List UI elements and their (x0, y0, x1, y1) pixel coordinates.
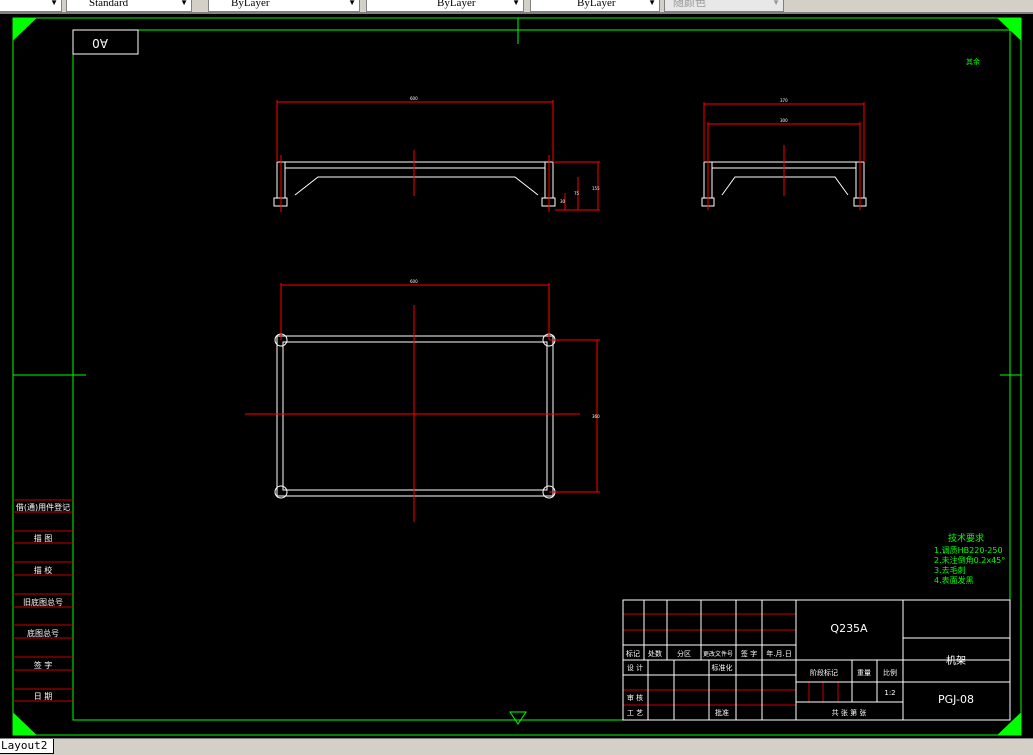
svg-text:处数: 处数 (648, 649, 662, 658)
svg-text:标准化: 标准化 (712, 663, 733, 672)
side-view: 370 300 (701, 98, 867, 210)
svg-text:PGJ-08: PGJ-08 (938, 693, 974, 706)
svg-text:描 图: 描 图 (34, 533, 53, 543)
svg-text:技术要求: 技术要求 (948, 532, 984, 544)
svg-text:批准: 批准 (715, 708, 729, 717)
svg-text:描 校: 描 校 (34, 565, 53, 575)
svg-text:更改文件号: 更改文件号 (703, 650, 733, 658)
svg-text:设 计: 设 计 (627, 663, 643, 672)
svg-text:日 期: 日 期 (34, 692, 53, 701)
sheet-frame (12, 17, 1022, 736)
chevron-down-icon: ▼ (348, 0, 356, 7)
title-block: 标记 处数 分区 更改文件号 签 字 年.月.日 设 计 审 核 工 艺 标准化… (622, 599, 1011, 721)
plotstyle-dropdown[interactable]: Standard ▼ (66, 0, 192, 12)
svg-text:1:2: 1:2 (884, 689, 895, 697)
lineweight-dropdown[interactable]: ByLayer ▼ (530, 0, 660, 12)
svg-text:360: 360 (592, 414, 600, 419)
svg-text:30: 30 (560, 199, 566, 204)
svg-text:阶段标记: 阶段标记 (810, 668, 838, 677)
drawing-canvas[interactable]: A0 其余 600 155 75 30 370 300 600 360 技术要求… (0, 14, 1033, 738)
left-record-table: 借(通)用件登记 描 图 描 校 旧底图总号 底图总号 签 字 日 期 (13, 499, 73, 702)
linetype-dropdown[interactable]: ByLayer ▼ (366, 0, 524, 12)
svg-text:比例: 比例 (883, 668, 897, 677)
svg-text:300: 300 (780, 118, 788, 123)
color-dropdown[interactable]: ByLayer ▼ (208, 0, 360, 12)
svg-text:审 核: 审 核 (627, 693, 643, 702)
properties-toolbar: ▼ Standard ▼ ByLayer ▼ ByLayer ▼ ByLayer ▼ 随… (0, 0, 1033, 14)
svg-text:4.表面发黑: 4.表面发黑 (934, 575, 974, 585)
svg-text:共 张 第 张: 共 张 第 张 (832, 708, 867, 717)
svg-text:600: 600 (410, 279, 418, 284)
layout-tab-bar: Layout2 (0, 738, 1033, 755)
svg-text:Q235A: Q235A (830, 622, 868, 635)
chevron-down-icon: ▼ (772, 0, 780, 7)
svg-text:底图总号: 底图总号 (27, 628, 59, 638)
svg-text:工 艺: 工 艺 (627, 709, 643, 717)
svg-text:签 字: 签 字 (741, 649, 757, 658)
svg-text:370: 370 (780, 98, 788, 103)
svg-text:机架: 机架 (946, 654, 966, 667)
chevron-down-icon: ▼ (648, 0, 656, 7)
svg-text:1.调质HB220-250: 1.调质HB220-250 (934, 545, 1003, 555)
svg-text:年.月.日: 年.月.日 (766, 649, 791, 658)
svg-text:155: 155 (592, 186, 600, 191)
svg-text:借(通)用件登记: 借(通)用件登记 (16, 502, 70, 512)
tab-layout2[interactable]: Layout2 (0, 739, 55, 754)
svg-text:重量: 重量 (857, 669, 871, 677)
chevron-down-icon: ▼ (50, 0, 58, 7)
plan-view: 600 360 (245, 279, 600, 522)
plotstyle-color-dropdown[interactable]: 随颜色 ▼ (664, 0, 784, 12)
svg-text:标记: 标记 (626, 649, 640, 658)
chevron-down-icon: ▼ (512, 0, 520, 7)
svg-text:旧底图总号: 旧底图总号 (23, 597, 63, 607)
chevron-down-icon: ▼ (180, 0, 188, 7)
layer-dropdown[interactable]: ▼ (0, 0, 62, 12)
svg-text:3.去毛刺: 3.去毛刺 (934, 565, 966, 575)
surface-note: 其余 (966, 57, 980, 66)
svg-text:签 字: 签 字 (34, 660, 53, 670)
svg-text:75: 75 (574, 191, 580, 196)
svg-text:600: 600 (410, 96, 418, 101)
svg-text:分区: 分区 (677, 649, 691, 658)
front-view: 600 155 75 30 (273, 96, 600, 212)
technical-requirements: 技术要求 1.调质HB220-250 2.未注倒角0.2x45° 3.去毛刺 4… (934, 532, 1005, 585)
sheet-size-label: A0 (92, 36, 108, 50)
svg-text:2.未注倒角0.2x45°: 2.未注倒角0.2x45° (934, 555, 1005, 565)
